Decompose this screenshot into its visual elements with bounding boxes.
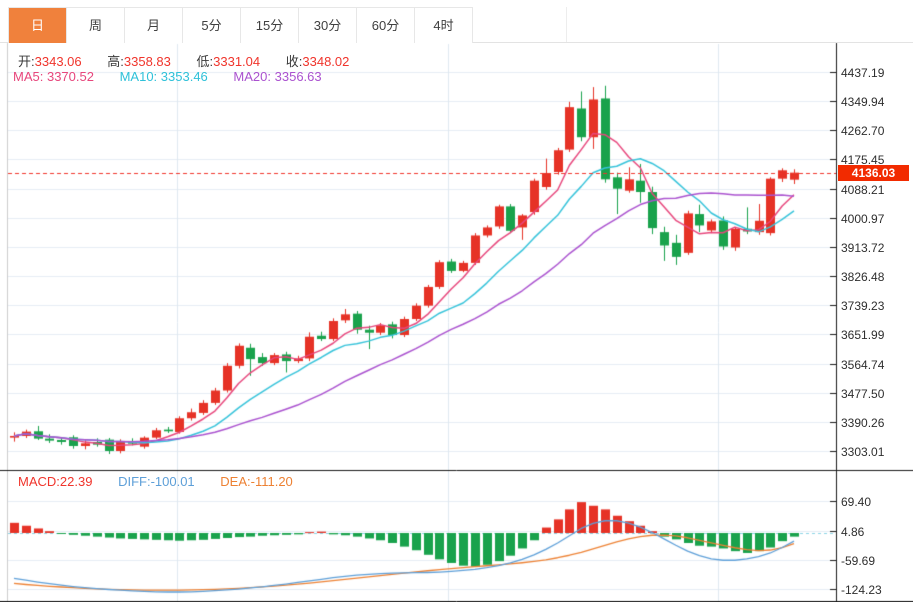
y-axis-label-0: 4437.19 [841,65,885,80]
ma20-value: 3356.63 [274,69,322,84]
tab-4[interactable]: 15分 [241,8,299,43]
y-axis-label-7: 3826.48 [841,269,885,284]
ohlc-info-row: 开:3343.06 高:3358.83 低:3331.04 收:3348.02 [18,51,371,70]
macd-label: MACD: [18,474,60,489]
high-label: 高: [107,54,124,69]
y-axis-label-8: 3739.23 [841,298,885,313]
ma10-label: MA10: [119,69,158,84]
open-value: 3343.06 [34,54,82,69]
kline-chart-app: 日周月 5分 15分 30分 60分 4时 开:3343.06 高:3358.83 低:3… [0,0,913,602]
tabbar-separator [566,7,567,42]
ma10-value: 3353.46 [160,69,208,84]
y-axis-label-4: 4088.21 [841,182,885,197]
y-axis-label-9: 3651.99 [841,327,885,342]
y-axis-label-1: 4349.94 [841,94,885,109]
low-value: 3331.04 [213,54,261,69]
tab-3[interactable]: 5分 [183,8,241,43]
y-axis-label-10: 3564.74 [841,357,885,372]
dea-label: DEA: [220,474,251,489]
y-axis-label-2: 4262.70 [841,123,885,138]
tab-2[interactable]: 月 [125,8,183,43]
tab-0-active[interactable]: 日 [9,8,67,43]
dea-value: -111.20 [250,474,293,489]
macd-axis-label-1: 4.86 [841,524,865,539]
ma20-label: MA20: [233,69,271,84]
y-axis-label-6: 3913.72 [841,240,885,255]
y-axis-label-5: 4000.97 [841,211,885,226]
ma5-label: MA5: [13,69,44,84]
tab-6[interactable]: 60分 [357,8,415,43]
y-axis-label-13: 3303.01 [841,444,885,459]
macd-axis-label-0: 69.40 [841,494,872,509]
ma-info-row: MA5: 3370.52 MA10: 3353.46 MA20: 3356.63 [13,69,344,84]
tab-5[interactable]: 30分 [299,8,357,43]
tab-1[interactable]: 周 [67,8,125,43]
y-axis-label-11: 3477.50 [841,386,885,401]
diff-value: -100.01 [150,474,195,489]
timeframe-tabbar: 日周月 5分 15分 30分 60分 4时 [8,7,473,43]
close-label: 收: [285,54,303,69]
candlestick-chart-canvas[interactable] [0,0,913,602]
diff-label: DIFF: [118,474,151,489]
high-value: 3358.83 [123,54,171,69]
ma5-value: 3370.52 [46,69,94,84]
macd-axis-label-2: -59.69 [841,553,876,568]
macd-info-row: MACD:22.39 DIFF:-100.01 DEA:-111.20 [18,474,315,489]
low-label: 低: [196,54,214,69]
current-price-tag: 4136.03 [838,165,909,181]
y-axis-label-12: 3390.26 [841,415,885,430]
tab-7[interactable]: 4时 [415,8,473,43]
macd-axis-label-3: -124.23 [841,582,882,597]
open-label: 开: [18,54,35,69]
close-value: 3348.02 [302,54,350,69]
macd-value: 22.39 [59,474,93,489]
